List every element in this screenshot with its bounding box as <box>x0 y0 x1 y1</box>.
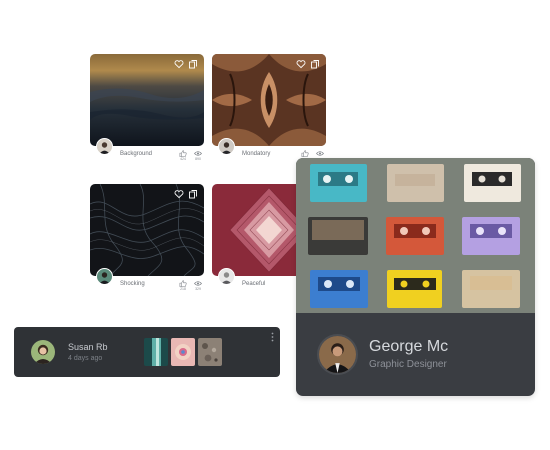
user-name[interactable]: Susan Rb <box>68 342 108 352</box>
avatar[interactable] <box>96 268 113 285</box>
thumbs-up-icon <box>179 280 187 287</box>
avatar[interactable] <box>96 138 113 155</box>
avatar[interactable] <box>218 268 235 285</box>
views-stat[interactable]: 329 <box>192 280 204 292</box>
copy-icon[interactable] <box>188 189 198 199</box>
gallery-image[interactable] <box>90 54 204 146</box>
item-title: Mondatory <box>242 151 271 157</box>
activity-thumbnail[interactable] <box>171 338 195 366</box>
likes-stat[interactable] <box>299 150 311 157</box>
views-count: 890 <box>195 157 201 161</box>
item-title: Shocking <box>120 281 145 287</box>
avatar[interactable] <box>218 138 235 155</box>
profile-name[interactable]: George Mc <box>369 338 448 356</box>
profile-card[interactable]: George Mc Graphic Designer <box>296 158 535 396</box>
likes-stat[interactable]: 218 <box>177 280 189 292</box>
activity-thumbnail[interactable] <box>198 338 222 366</box>
gallery-image[interactable] <box>212 54 326 146</box>
more-vertical-icon[interactable] <box>271 332 274 342</box>
item-title: Peaceful <box>242 281 266 287</box>
thumbs-up-icon <box>179 150 187 157</box>
likes-count: 218 <box>180 287 186 291</box>
gallery-image[interactable] <box>90 184 204 276</box>
heart-icon[interactable] <box>174 59 184 69</box>
activity-thumbnail[interactable] <box>144 338 168 366</box>
profile-role: Graphic Designer <box>369 359 447 370</box>
copy-icon[interactable] <box>188 59 198 69</box>
item-title: Background <box>120 151 153 157</box>
profile-avatar[interactable] <box>317 334 358 375</box>
likes-count: 424 <box>180 157 186 161</box>
copy-icon[interactable] <box>310 59 320 69</box>
eye-icon <box>194 281 202 286</box>
activity-card: Susan Rb 4 days ago <box>14 327 280 377</box>
views-stat[interactable]: 890 <box>192 150 204 162</box>
eye-icon <box>316 151 324 156</box>
views-count: 329 <box>195 287 201 291</box>
thumbs-up-icon <box>301 150 309 157</box>
avatar[interactable] <box>31 340 55 364</box>
heart-icon[interactable] <box>296 59 306 69</box>
views-stat[interactable] <box>314 150 326 157</box>
likes-stat[interactable]: 424 <box>177 150 189 162</box>
cover-image <box>296 158 535 313</box>
eye-icon <box>194 151 202 156</box>
timestamp: 4 days ago <box>68 355 103 362</box>
heart-icon[interactable] <box>174 189 184 199</box>
